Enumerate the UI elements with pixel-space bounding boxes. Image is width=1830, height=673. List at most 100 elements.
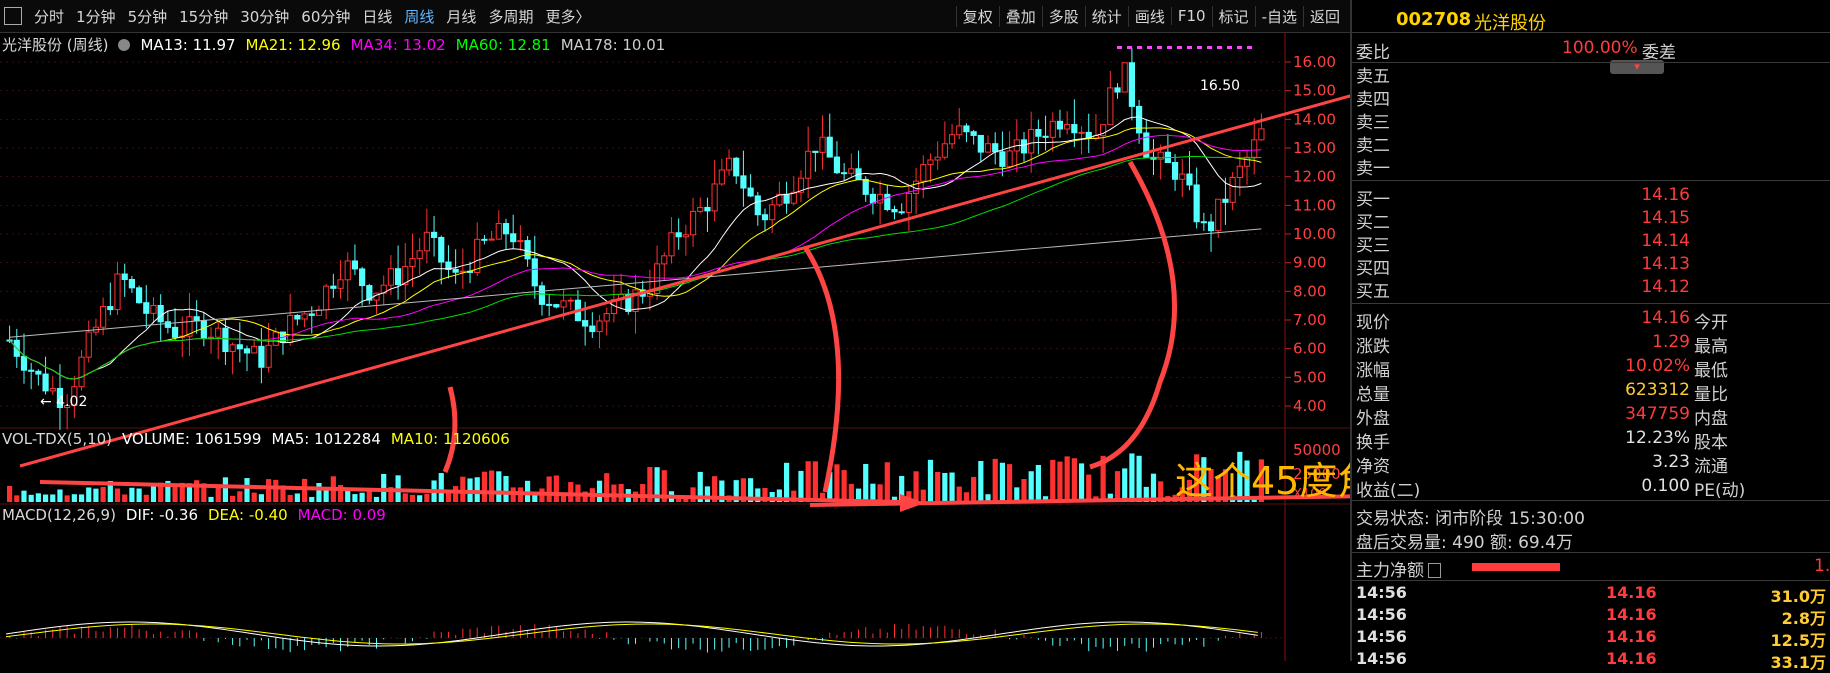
volume-bar [1086, 474, 1092, 502]
stock-code[interactable]: 002708 [1396, 9, 1471, 30]
toolbar-button-2[interactable]: 多股 [1041, 5, 1085, 27]
stat-label: 涨幅 [1356, 361, 1390, 381]
candle-body [28, 369, 35, 372]
candle-body [229, 344, 236, 353]
tick-time: 14:56 [1356, 605, 1407, 624]
buy-level-price: 14.13 [1641, 254, 1690, 274]
signal-dot [1117, 46, 1122, 49]
tick-volume: 2.8万 [1781, 609, 1826, 628]
toolbar-button-8[interactable]: 返回 [1302, 5, 1346, 27]
candle-body [1028, 129, 1035, 154]
candle-body [1251, 139, 1258, 158]
trade-status-time: 15:30:00 [1508, 509, 1585, 529]
candle-body [841, 172, 848, 175]
toolbar-button-6[interactable]: 标记 [1211, 5, 1255, 27]
tab-10[interactable]: 更多〉 [539, 6, 596, 27]
buy-level-label: 买一 [1356, 190, 1390, 210]
tab-3[interactable]: 15分钟 [173, 6, 234, 27]
ma-line-60 [9, 155, 1262, 380]
buy-level-price: 14.12 [1641, 277, 1690, 297]
low-label: ← 4.02 [40, 394, 87, 410]
volume-bar [870, 483, 876, 502]
volume-bar [129, 487, 135, 502]
stat-value: 10.02% [1625, 356, 1690, 376]
tab-2[interactable]: 5分钟 [122, 6, 174, 27]
toolbar-button-1[interactable]: 叠加 [998, 5, 1042, 27]
candle-body [294, 314, 301, 320]
tab-1[interactable]: 1分钟 [70, 6, 122, 27]
candle-body [150, 304, 157, 314]
volume-bar [453, 486, 459, 502]
tab-7[interactable]: 周线 [398, 6, 440, 27]
candle-body [78, 356, 85, 388]
volume-bar [1071, 458, 1077, 502]
toolbar-button-7[interactable]: -自选 [1254, 5, 1303, 27]
price-tick-label: 12.00 [1293, 168, 1336, 186]
volume-bar [373, 496, 380, 502]
volume-bar [942, 472, 948, 502]
candle-body [330, 285, 337, 289]
candle-body [1215, 198, 1222, 232]
candle-body [740, 175, 747, 189]
tab-9[interactable]: 多周期 [482, 6, 539, 27]
candle-body [171, 326, 179, 338]
candle-body [1128, 62, 1136, 107]
tab-5[interactable]: 60分钟 [295, 6, 356, 27]
buy-level-price: 14.14 [1641, 231, 1690, 251]
tick-row: 14:56 14.16 2.8万 [1356, 605, 1826, 628]
toolbar-button-0[interactable]: 复权 [955, 5, 999, 27]
volume-ma5: MA5: 1012284 [271, 430, 381, 448]
price-tick-label: 13.00 [1293, 139, 1336, 157]
candle-body [157, 304, 164, 323]
candle-body [934, 156, 941, 161]
stat-right-label: 流通 [1694, 457, 1728, 477]
volume-bar [877, 484, 883, 502]
candle-body [769, 204, 776, 221]
volume-bar [14, 495, 20, 502]
volume-bar [208, 496, 214, 502]
volume-bar [114, 488, 121, 502]
tick-time: 14:56 [1356, 649, 1407, 668]
menu-icon[interactable] [4, 7, 22, 25]
buy-level-price: 14.16 [1641, 185, 1690, 205]
candle-body [992, 143, 999, 153]
signal-dot [1227, 46, 1232, 49]
candle-body [689, 210, 697, 236]
candle-body [524, 240, 531, 260]
candle-body [265, 344, 272, 368]
ma-line-13 [9, 116, 1262, 380]
buy-level-label: 买三 [1356, 236, 1390, 256]
kline-chart[interactable]: 光洋股份 (周线) MA13: 11.97 MA21: 12.96 MA34: 13… [0, 32, 1527, 661]
candle-body [761, 214, 769, 221]
signal-dot [1137, 46, 1142, 49]
candle-body [725, 157, 733, 171]
candle-body [877, 193, 884, 204]
volume-bar [913, 471, 919, 502]
price-tick-label: 15.00 [1293, 82, 1336, 100]
candle-body [1171, 162, 1179, 180]
volume-bar [64, 495, 70, 502]
candle-body [1078, 131, 1085, 134]
volume-bar [366, 490, 372, 502]
tab-8[interactable]: 月线 [440, 6, 482, 27]
candle-body [258, 345, 265, 368]
toolbar-button-3[interactable]: 统计 [1084, 5, 1128, 27]
candle-body [20, 355, 28, 371]
stat-right-label: 股本 [1694, 433, 1728, 453]
volume-bar [258, 494, 264, 502]
buy-level-label: 买四 [1356, 259, 1390, 279]
candle-body [1207, 221, 1215, 232]
candle-body [783, 193, 790, 204]
candle-body [510, 233, 517, 243]
doc-icon[interactable] [1428, 563, 1441, 578]
tick-price: 14.16 [1606, 605, 1657, 624]
candle-body [394, 268, 402, 286]
candle-body [589, 325, 596, 333]
tab-6[interactable]: 日线 [356, 6, 398, 27]
tab-0[interactable]: 分时 [28, 6, 70, 27]
toolbar-button-4[interactable]: 画线 [1127, 5, 1171, 27]
toolbar-button-5[interactable]: F10 [1170, 7, 1212, 25]
tab-4[interactable]: 30分钟 [234, 6, 295, 27]
volume-bar [1136, 455, 1142, 502]
volume-bar [798, 470, 804, 502]
